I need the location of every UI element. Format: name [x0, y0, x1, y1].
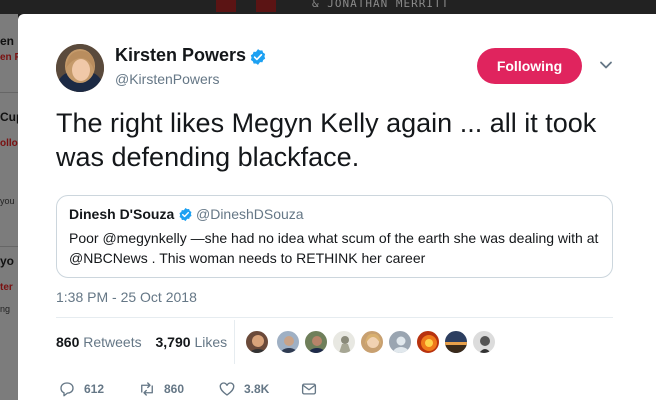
retweets-label: Retweets: [83, 334, 142, 350]
background-divider: [0, 92, 18, 93]
liker-photo-icon: [308, 336, 326, 353]
liker-avatar[interactable]: [472, 330, 496, 354]
background-header: & JONATHAN MERRITT: [0, 0, 656, 14]
likes-count: 3,790: [155, 334, 191, 350]
retweets-stat[interactable]: 860 Retweets: [56, 334, 142, 350]
background-sidebar: en en P Cup ollo you yo ter ng: [0, 14, 23, 400]
default-egg-avatar-icon: [393, 336, 409, 353]
chevron-down-icon[interactable]: [599, 60, 613, 70]
quoted-author-handle: @DineshDSouza: [196, 206, 304, 222]
liker-avatar[interactable]: [444, 330, 468, 354]
direct-message-button[interactable]: [300, 379, 318, 399]
following-button[interactable]: Following: [477, 48, 582, 84]
liker-avatar[interactable]: [416, 330, 440, 354]
quoted-tweet[interactable]: Dinesh D'Souza @DineshDSouza Poor @megyn…: [56, 195, 613, 278]
retweet-count: 860: [164, 382, 185, 396]
liker-photo-icon: [339, 336, 351, 353]
tweet-actions: 612 860 3.8K: [18, 379, 656, 399]
background-divider: [0, 246, 18, 247]
liker-avatar[interactable]: [360, 330, 384, 354]
quoted-author-name: Dinesh D'Souza: [69, 206, 175, 222]
stats-separator: [234, 320, 235, 364]
reply-button[interactable]: 612: [58, 379, 104, 399]
reply-count: 612: [84, 382, 105, 396]
quoted-tweet-text: Poor @megynkelly —she had no idea what s…: [69, 230, 599, 266]
liker-avatar[interactable]: [245, 330, 269, 354]
liker-avatar[interactable]: [304, 330, 328, 354]
background-text-fragment: ter: [0, 282, 13, 293]
likes-stat[interactable]: 3,790 Likes: [156, 334, 228, 350]
liker-photo-icon: [421, 335, 437, 351]
liker-photo-icon: [280, 336, 298, 353]
background-text-fragment: you: [0, 196, 15, 206]
envelope-icon: [301, 383, 317, 395]
background-text-fragment: ollo: [0, 138, 18, 149]
like-count: 3.8K: [244, 382, 270, 396]
tweet-text: The right likes Megyn Kelly again ... al…: [56, 108, 597, 172]
likes-label: Likes: [194, 334, 228, 350]
liker-avatar[interactable]: [388, 330, 412, 354]
liker-avatar[interactable]: [332, 330, 356, 354]
retweet-button[interactable]: 860: [138, 379, 184, 399]
profile-photo-icon: [56, 44, 104, 92]
background-book-graphic: [256, 0, 276, 12]
like-button[interactable]: 3.8K: [218, 379, 269, 399]
background-book-title: & JONATHAN MERRITT: [312, 0, 450, 10]
author-handle[interactable]: @KirstenPowers: [115, 71, 219, 87]
tweet-card: Kirsten Powers @KirstenPowers Following …: [18, 14, 656, 400]
liker-avatar[interactable]: [276, 330, 300, 354]
tweet-timestamp[interactable]: 1:38 PM - 25 Oct 2018: [56, 289, 197, 305]
background-text-fragment: en: [0, 34, 15, 48]
tweet-stats: 860 Retweets 3,790 Likes: [56, 334, 227, 350]
liker-photo-icon: [479, 336, 491, 353]
background-book-graphic: [216, 0, 236, 12]
verified-badge-icon: [250, 49, 266, 65]
heart-icon: [219, 382, 235, 396]
liker-photo-icon: [365, 333, 381, 348]
liker-photo-icon: [445, 342, 467, 353]
retweet-icon: [141, 382, 153, 396]
retweets-count: 860: [56, 334, 80, 350]
background-text-fragment: ng: [0, 304, 11, 314]
author-avatar[interactable]: [56, 44, 104, 92]
reply-icon: [60, 382, 74, 397]
divider: [56, 317, 613, 318]
liker-photo-icon: [249, 335, 267, 353]
author-name[interactable]: Kirsten Powers: [115, 45, 246, 66]
background-text-fragment: yo: [0, 254, 15, 268]
verified-badge-icon: [179, 207, 192, 222]
